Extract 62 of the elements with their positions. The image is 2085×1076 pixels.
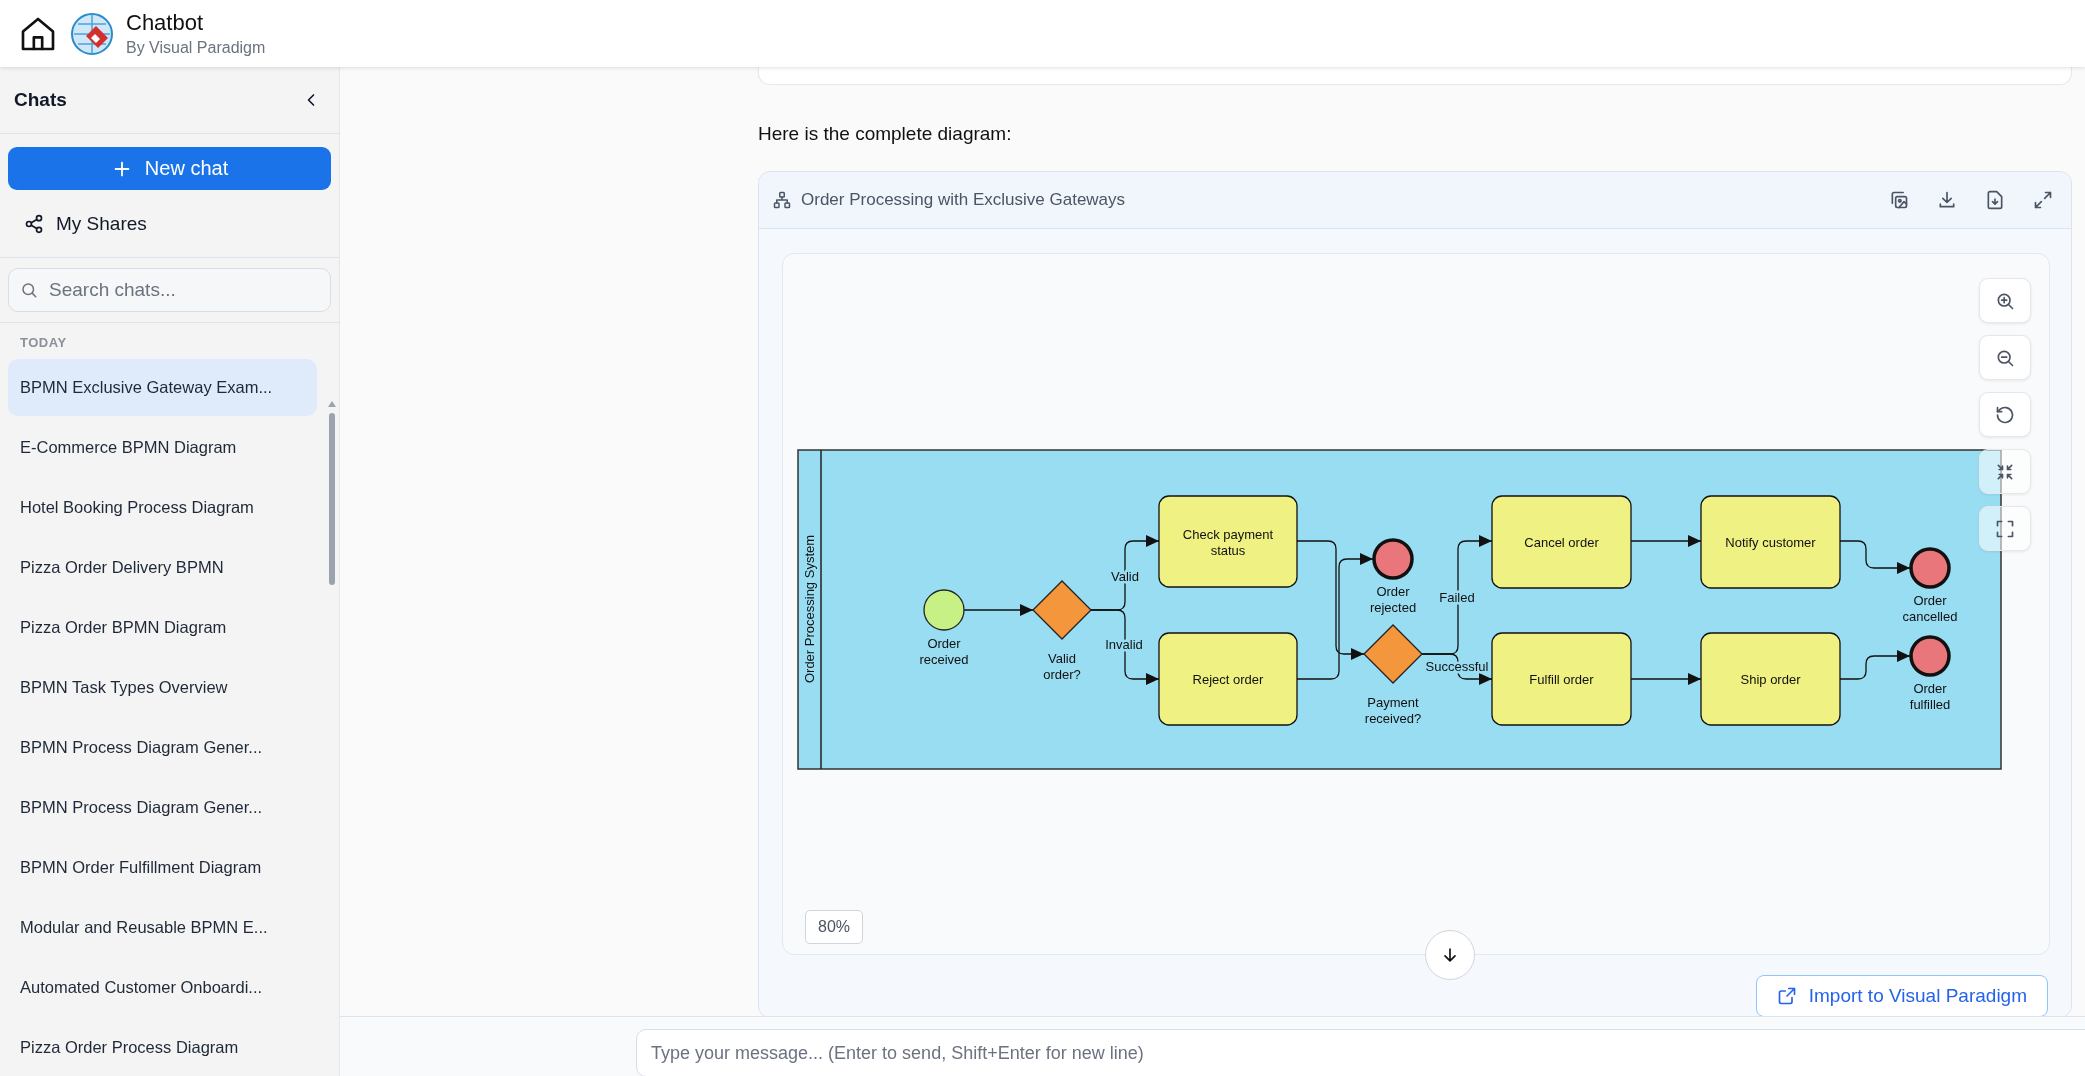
scroll-down-button[interactable]: [1425, 930, 1475, 980]
chat-item[interactable]: BPMN Task Types Overview: [8, 659, 317, 716]
gateway: [1363, 624, 1423, 684]
task-label: Cancel order: [1524, 535, 1599, 550]
task-label: Check payment status: [1182, 526, 1274, 558]
chat-item[interactable]: Pizza Order Delivery BPMN: [8, 539, 317, 596]
section-label: TODAY: [19, 335, 68, 352]
lane-label: Order Processing System: [802, 534, 817, 684]
task-label: Reject order: [1192, 672, 1264, 687]
reset-button[interactable]: [1979, 392, 2031, 437]
copy-image-icon: [1889, 190, 1909, 210]
file-download-icon: [1985, 190, 2005, 210]
task-label: Ship order: [1740, 672, 1801, 687]
gateway: [1032, 580, 1092, 640]
zoom-in-button[interactable]: [1979, 278, 2031, 323]
fit-button[interactable]: [1979, 449, 2031, 494]
node-label: Order received: [919, 636, 969, 667]
chat-item[interactable]: BPMN Order Fulfillment Diagram: [8, 839, 317, 896]
search-icon: [20, 281, 38, 299]
connector: [1630, 673, 1702, 685]
task-label: Fulfill order: [1529, 672, 1594, 687]
new-chat-button[interactable]: New chat: [8, 147, 331, 191]
chat-item[interactable]: Pizza Order BPMN Diagram: [8, 599, 317, 656]
expand-icon: [2033, 190, 2053, 210]
fit-icon: [1995, 461, 2015, 482]
chat-item[interactable]: Modular and Reusable BPMN E...: [8, 899, 317, 956]
node-label: Order rejected: [1369, 584, 1417, 615]
reset-icon: [1995, 404, 2015, 425]
import-button[interactable]: Import to Visual Paradigm: [1755, 975, 2048, 1016]
search-field[interactable]: Search chats...: [8, 268, 331, 312]
app-title: Chatbot: [126, 10, 205, 36]
start-event: [923, 589, 965, 631]
chat-item[interactable]: Hotel Booking Process Diagram: [8, 479, 317, 536]
node-label: Payment received?: [1364, 695, 1422, 726]
logo-icon: [70, 11, 114, 56]
node-label: Order fulfilled: [1909, 681, 1951, 712]
node-label: Valid order?: [1043, 651, 1081, 682]
chat-item[interactable]: BPMN Process Diagram Gener...: [8, 779, 317, 836]
external-link-icon: [1776, 986, 1797, 1006]
app-subtitle: By Visual Paradigm: [126, 39, 266, 57]
zoom-out-button[interactable]: [1979, 335, 2031, 380]
chat-item[interactable]: E-Commerce BPMN Diagram: [8, 419, 317, 476]
fullscreen-icon: [1995, 518, 2015, 539]
chat-item[interactable]: BPMN Exclusive Gateway Exam...: [8, 359, 317, 416]
sidebar-title: Chats: [14, 89, 67, 112]
chat-item[interactable]: Automated Customer Onboardi...: [8, 959, 317, 1016]
chat-item[interactable]: BPMN Process Diagram Gener...: [8, 719, 317, 776]
message-input[interactable]: Type your message... (Enter to send, Shift+Enter for new line): [636, 1029, 2085, 1076]
connector: [963, 604, 1034, 616]
my-shares-link[interactable]: My Shares: [8, 202, 331, 245]
download-icon: [1937, 190, 1957, 210]
zoom-level: 80%: [805, 910, 864, 944]
connector: [1839, 540, 1911, 574]
diagram-icon: [773, 191, 791, 209]
task-label: Notify customer: [1725, 535, 1816, 550]
chat-item[interactable]: Pizza Order Process Diagram: [8, 1019, 317, 1076]
diagram-title: Order Processing with Exclusive Gateways: [801, 190, 1127, 210]
connector: [1839, 650, 1911, 680]
connector: [1630, 535, 1702, 547]
node-label: Order cancelled: [1902, 593, 1958, 624]
share-icon: [24, 213, 44, 234]
message-text: Here is the complete diagram:: [758, 123, 1013, 145]
